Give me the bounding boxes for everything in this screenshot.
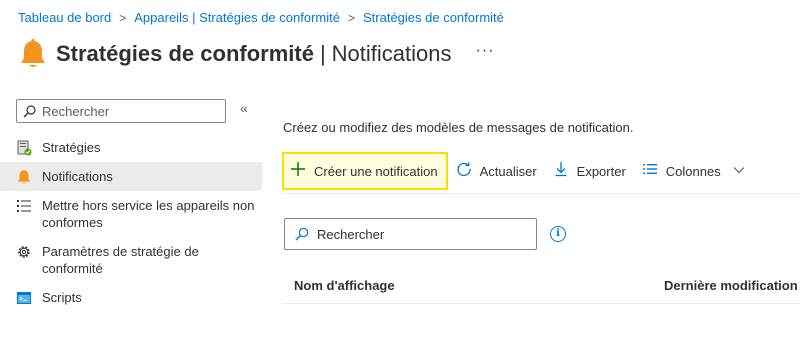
- sidebar-item-label: Notifications: [42, 169, 113, 184]
- bell-icon: [18, 38, 48, 70]
- column-header-display-name[interactable]: Nom d'affichage: [294, 278, 395, 293]
- table-header: Nom d'affichage Dernière modification: [282, 266, 800, 304]
- collapse-sidebar-button[interactable]: «: [240, 100, 248, 116]
- create-notification-button[interactable]: Créer une notification: [282, 152, 448, 190]
- more-options-button[interactable]: ···: [476, 42, 495, 60]
- breadcrumb-separator: >: [347, 10, 355, 25]
- sidebar-item-compliance-settings[interactable]: Paramètres de stratégie de conformité: [0, 237, 262, 283]
- chevron-down-icon: [733, 165, 745, 177]
- main-search-input[interactable]: [317, 226, 517, 242]
- list-icon: [16, 198, 32, 214]
- download-icon: [553, 161, 569, 182]
- sidebar-search[interactable]: [16, 99, 226, 123]
- main-search[interactable]: [284, 218, 537, 250]
- policy-icon: [16, 140, 32, 156]
- command-bar: Créer une notification Actualiser Export…: [282, 152, 753, 190]
- sidebar-item-label: Stratégies: [42, 140, 101, 155]
- sidebar-item-label: Scripts: [42, 290, 82, 305]
- breadcrumb-separator: >: [119, 10, 127, 25]
- script-icon: [16, 290, 32, 306]
- page-title: Stratégies de conformité: [56, 41, 314, 66]
- gear-icon: [16, 244, 32, 260]
- breadcrumb-compliance-policies[interactable]: Stratégies de conformité: [363, 10, 504, 25]
- sidebar-item-retire-noncompliant[interactable]: Mettre hors service les appareils non co…: [0, 191, 262, 237]
- sidebar-item-label: Paramètres de stratégie de conformité: [42, 244, 199, 276]
- sidebar-item-strategies[interactable]: Stratégies: [0, 133, 262, 162]
- page-description: Créez ou modifiez des modèles de message…: [283, 120, 634, 135]
- refresh-label: Actualiser: [479, 163, 537, 179]
- export-button[interactable]: Exporter: [545, 152, 634, 190]
- info-icon[interactable]: i: [550, 226, 566, 242]
- column-header-last-modified[interactable]: Dernière modification: [664, 278, 798, 293]
- sidebar-nav: Stratégies Notifications Mettre hors ser…: [0, 133, 262, 312]
- create-notification-label: Créer une notification: [314, 163, 438, 179]
- page-header: Stratégies de conformité | Notifications…: [18, 36, 495, 72]
- refresh-button[interactable]: Actualiser: [448, 152, 545, 190]
- breadcrumb: Tableau de bord > Appareils | Stratégies…: [18, 10, 504, 25]
- search-icon: [295, 227, 309, 241]
- columns-icon: [642, 161, 658, 182]
- columns-label: Colonnes: [665, 163, 721, 179]
- sidebar-search-input[interactable]: [42, 103, 212, 119]
- export-label: Exporter: [576, 163, 626, 179]
- title-separator: |: [319, 41, 326, 66]
- toolbar-divider: [282, 193, 800, 194]
- search-icon: [23, 104, 36, 117]
- plus-icon: [290, 161, 306, 182]
- sidebar-item-notifications[interactable]: Notifications: [0, 162, 262, 191]
- breadcrumb-devices-compliance[interactable]: Appareils | Stratégies de conformité: [134, 10, 340, 25]
- sidebar-item-label: Mettre hors service les appareils non co…: [42, 198, 255, 230]
- columns-button[interactable]: Colonnes: [634, 152, 753, 190]
- page-subtitle: Notifications: [331, 41, 452, 66]
- refresh-icon: [456, 161, 472, 182]
- bell-icon: [16, 169, 32, 185]
- sidebar-item-scripts[interactable]: Scripts: [0, 283, 262, 312]
- breadcrumb-dashboard[interactable]: Tableau de bord: [18, 10, 111, 25]
